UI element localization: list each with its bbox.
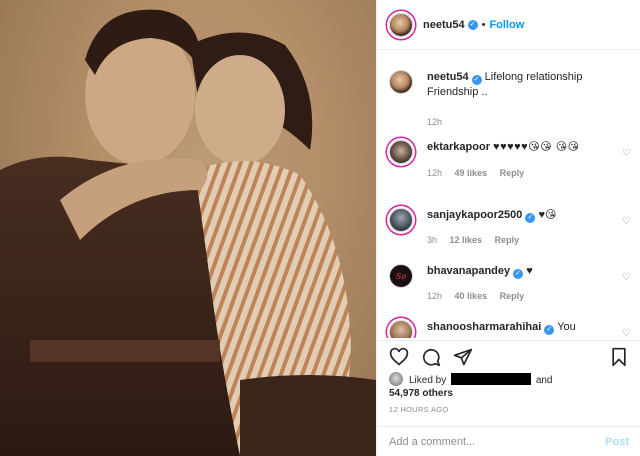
reply-button[interactable]: Reply — [500, 291, 525, 301]
caption-avatar[interactable] — [389, 70, 413, 94]
post-timestamp[interactable]: 12 HOURS AGO — [389, 405, 448, 414]
commenter-username[interactable]: bhavanapandey — [427, 265, 510, 277]
comment-item: shanoosharmarahihai ✓ You — [389, 320, 623, 338]
post-sidebar: neetu54 ✓ • Follow neetu54 ✓ Lifelong rel… — [376, 0, 640, 456]
commenter-username[interactable]: sanjaykapoor2500 — [427, 209, 522, 221]
verified-badge-icon: ✓ — [513, 269, 524, 279]
verified-badge-icon: ✓ — [525, 213, 536, 223]
action-bar — [377, 340, 640, 370]
post-header: neetu54 ✓ • Follow — [377, 0, 640, 50]
comment-input[interactable] — [389, 435, 606, 448]
separator-dot: • — [481, 18, 486, 31]
reply-button[interactable]: Reply — [500, 168, 525, 178]
post-comment-button[interactable]: Post — [605, 436, 629, 448]
commenter-avatar[interactable] — [389, 140, 413, 164]
comment-text: You — [557, 321, 576, 333]
verified-badge-icon: ✓ — [544, 325, 555, 335]
heart-icon[interactable] — [389, 347, 409, 367]
add-comment-bar: Post — [377, 426, 640, 456]
comment-text: ♥😘 — [538, 209, 557, 221]
small-heart-icon[interactable]: ♡ — [622, 148, 631, 159]
comment-time[interactable]: 12h — [427, 291, 442, 301]
comment-item: Sø bhavanapandey ✓ ♥ 12h 40 likes Reply — [389, 264, 623, 303]
comment-time[interactable]: 12h — [427, 168, 442, 178]
comment-likes[interactable]: 12 likes — [450, 235, 483, 245]
caption: neetu54 ✓ Lifelong relationship Friendshi… — [389, 70, 623, 129]
small-heart-icon[interactable]: ♡ — [622, 216, 631, 227]
avatar-logo-text: Sø — [395, 271, 407, 281]
follow-button[interactable]: Follow — [489, 19, 524, 31]
instagram-post-modal: neetu54 ✓ • Follow neetu54 ✓ Lifelong rel… — [0, 0, 640, 456]
comment-item: sanjaykapoor2500 ✓ ♥😘 3h 12 likes Reply — [389, 208, 623, 247]
small-heart-icon[interactable]: ♡ — [622, 272, 631, 283]
likes-summary: Liked by and 54,978 others — [389, 372, 553, 400]
caption-meta: 12h — [427, 115, 623, 129]
comment-item: ektarkapoor ♥♥♥♥♥😘😘 😘😘 12h 49 likes Repl… — [389, 140, 623, 180]
paper-plane-icon[interactable] — [453, 347, 473, 367]
verified-badge-icon: ✓ — [471, 75, 482, 85]
sepia-couple-photo — [0, 0, 376, 456]
liked-by-prefix: Liked by — [409, 375, 447, 386]
comment-text: ♥ — [526, 265, 533, 277]
comment-time[interactable]: 3h — [427, 235, 437, 245]
comment-text: ♥♥♥♥♥😘😘 😘😘 — [493, 141, 580, 153]
caption-time[interactable]: 12h — [427, 117, 442, 127]
redacted-username — [451, 373, 532, 385]
post-photo[interactable] — [0, 0, 376, 456]
comment-likes[interactable]: 40 likes — [455, 291, 488, 301]
likes-count[interactable]: 54,978 others — [389, 388, 453, 399]
comment-meta: 3h 12 likes Reply — [427, 233, 623, 247]
caption-username[interactable]: neetu54 — [427, 71, 469, 83]
liked-by-suffix: and — [535, 375, 553, 386]
commenter-username[interactable]: ektarkapoor — [427, 141, 490, 153]
bookmark-icon[interactable] — [609, 347, 629, 367]
commenter-avatar[interactable] — [389, 208, 413, 232]
liker-avatar[interactable] — [389, 372, 403, 386]
commenter-avatar[interactable] — [389, 320, 413, 338]
author-username[interactable]: neetu54 — [423, 19, 465, 31]
comment-likes[interactable]: 49 likes — [455, 168, 488, 178]
comment-meta: 12h 49 likes Reply — [427, 166, 623, 180]
verified-badge-icon: ✓ — [467, 19, 478, 30]
commenter-avatar[interactable]: Sø — [389, 264, 413, 288]
reply-button[interactable]: Reply — [495, 235, 520, 245]
comment-meta: 12h 40 likes Reply — [427, 289, 623, 303]
small-heart-icon[interactable]: ♡ — [622, 328, 631, 338]
commenter-username[interactable]: shanoosharmarahihai — [427, 321, 541, 333]
comment-icon[interactable] — [421, 347, 441, 367]
comments-list[interactable]: neetu54 ✓ Lifelong relationship Friendshi… — [377, 62, 640, 338]
author-avatar[interactable] — [389, 12, 413, 37]
